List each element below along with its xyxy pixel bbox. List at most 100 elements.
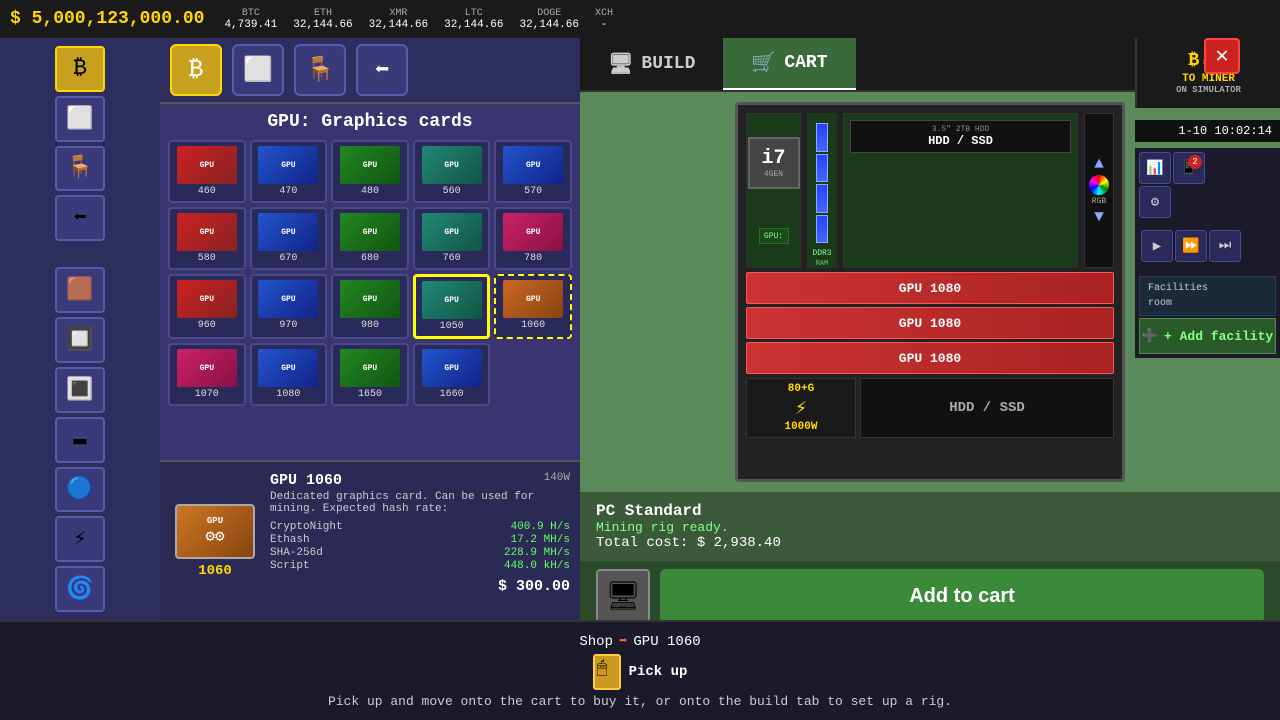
main-layout: ₿ ⬜ 🪑 ⬅ 🟫 🔲 🔳 ▬ 🔵 ⚡ 🌀 ₿ ⬜ 🪑 ⬅ GPU: Graph… [0, 38, 1280, 620]
rgb-label: RGB [1092, 197, 1106, 206]
gpu-card-470[interactable]: GPU 470 [250, 140, 328, 203]
build-icon: 🖥 [608, 51, 633, 77]
shop-nav-chair[interactable]: 🪑 [294, 44, 346, 96]
breadcrumb: Shop ➡ GPU 1060 [579, 633, 700, 650]
hash-row-script: Script448.0 kH/s [270, 560, 570, 572]
gpu-card-1050[interactable]: GPU 1050 [413, 274, 491, 339]
gpu-card-570[interactable]: GPU 570 [494, 140, 572, 203]
add-facility-button[interactable]: ➕ + Add facility [1139, 318, 1276, 354]
gpu-label-470: 470 [279, 186, 297, 197]
mb-ram: DDR3 RAM [807, 113, 837, 268]
cart-icon: 🛒 [751, 50, 776, 76]
gpu-card-980[interactable]: GPU 980 [331, 274, 409, 339]
sidebar-box-btn[interactable]: ⬜ [55, 96, 105, 142]
sidebar-circuit-btn[interactable]: 🔲 [55, 317, 105, 363]
gpu-card-780[interactable]: GPU 780 [494, 207, 572, 270]
gpu-card-560[interactable]: GPU 560 [413, 140, 491, 203]
gpu-grid: GPU 460 GPU 470 GPU 480 GPU 560 GPU 570 [168, 140, 572, 406]
gpu-card-580[interactable]: GPU 580 [168, 207, 246, 270]
gpu-image-780: GPU [503, 213, 563, 251]
plus-icon: ➕ [1142, 329, 1158, 344]
gpu-card-970[interactable]: GPU 970 [250, 274, 328, 339]
gpu-image-580: GPU [177, 213, 237, 251]
gpu-card-960[interactable]: GPU 960 [168, 274, 246, 339]
gpu-label-480: 480 [361, 186, 379, 197]
rgb-circle [1089, 175, 1109, 195]
gpu-card-460[interactable]: GPU 460 [168, 140, 246, 203]
hdd-top-unit: 3.5" 2TB HDD HDD / SSD [850, 120, 1071, 153]
crypto-xch: XCH- [595, 8, 613, 31]
pc-total-cost: Total cost: $ 2,938.40 [596, 535, 1264, 551]
shop-nav: ₿ ⬜ 🪑 ⬅ [160, 38, 580, 104]
gpu-label-760: 760 [443, 253, 461, 264]
gpu-card-1660[interactable]: GPU 1660 [413, 343, 491, 406]
shop-nav-box[interactable]: ⬜ [232, 44, 284, 96]
gpu-label-1070: 1070 [195, 389, 219, 400]
sidebar-power-btn[interactable]: ⚡ [55, 516, 105, 562]
rgb-panel: ▲ RGB ▼ [1084, 113, 1114, 268]
gpu-label-460: 460 [198, 186, 216, 197]
pc-standard-label: PC Standard [596, 502, 1264, 520]
psu-watt: 1000W [784, 421, 817, 433]
add-to-cart-button[interactable]: Add to cart [660, 569, 1264, 623]
gpu-card-670[interactable]: GPU 670 [250, 207, 328, 270]
gpu-image-960: GPU [177, 280, 237, 318]
fast-fwd-btn[interactable]: ⏩ [1175, 230, 1207, 262]
topbar: $ 5,000,123,000.00 BTC4,739.41ETH32,144.… [0, 0, 1280, 38]
detail-panel: GPU ⚙⚙ 1060 GPU 1060 140W Dedicated grap… [160, 460, 580, 620]
hdd-top-label: 3.5" 2TB HDD [859, 125, 1062, 134]
crypto-ltc: LTC32,144.66 [444, 8, 503, 31]
rgb-up-arrow[interactable]: ▲ [1094, 155, 1104, 173]
settings-icon-btn[interactable]: ⚙ [1139, 186, 1171, 218]
sidebar-ram-btn[interactable]: ▬ [55, 417, 105, 463]
rgb-down-arrow[interactable]: ▼ [1094, 208, 1104, 226]
gpu-card-1060[interactable]: GPU 1060 [494, 274, 572, 339]
gpu-card-760[interactable]: GPU 760 [413, 207, 491, 270]
pc-info: PC Standard Mining rig ready. Total cost… [580, 492, 1280, 561]
gpu-image-680: GPU [340, 213, 400, 251]
gpu-label-970: 970 [279, 320, 297, 331]
fast-fwd-2-btn[interactable]: ⏭ [1209, 230, 1241, 262]
close-button[interactable]: ✕ [1204, 38, 1240, 74]
bottom-components: 80+G ⚡ 1000W HDD / SSD [746, 378, 1114, 438]
gpu-label-1080: 1080 [276, 389, 300, 400]
gpu-image-670: GPU [258, 213, 318, 251]
tab-build[interactable]: 🖥 BUILD [580, 39, 723, 89]
shop-nav-bitcoin[interactable]: ₿ [170, 44, 222, 96]
sidebar-cylinder-btn[interactable]: 🔵 [55, 467, 105, 513]
hash-rows: CryptoNight400.9 H/sEthash17.2 MH/sSHA-2… [270, 521, 570, 572]
gpu-card-1070[interactable]: GPU 1070 [168, 343, 246, 406]
gpu-card-1080[interactable]: GPU 1080 [250, 343, 328, 406]
sidebar-chair-btn[interactable]: 🪑 [55, 146, 105, 192]
sidebar-cpu-btn[interactable]: 🔳 [55, 367, 105, 413]
gpu-card-480[interactable]: GPU 480 [331, 140, 409, 203]
server-icon-button[interactable]: 🖥 [596, 569, 650, 623]
hash-row-ethash: Ethash17.2 MH/s [270, 534, 570, 546]
cpu-block: i7 4GEN [748, 137, 800, 189]
gpu-card-680[interactable]: GPU 680 [331, 207, 409, 270]
crypto-xmr: XMR32,144.66 [369, 8, 428, 31]
sidebar-fan-btn[interactable]: 🌀 [55, 566, 105, 612]
tab-cart[interactable]: 🛒 CART [723, 38, 855, 90]
cpu-gen: 4GEN [764, 170, 783, 179]
sidebar-back-btn[interactable]: ⬅ [55, 195, 105, 241]
play-btn[interactable]: ▶ [1141, 230, 1173, 262]
gpu-image-760: GPU [422, 213, 482, 251]
chart-icon-btn[interactable]: 📊 [1139, 152, 1171, 184]
mb-right: 3.5" 2TB HDD HDD / SSD [843, 113, 1078, 268]
gpu-label-1650: 1650 [358, 389, 382, 400]
sidebar-bitcoin-btn[interactable]: ₿ [55, 46, 105, 92]
shop-nav-back[interactable]: ⬅ [356, 44, 408, 96]
hdd-top-value: HDD / SSD [859, 134, 1062, 148]
gpu-label-670: 670 [279, 253, 297, 264]
gpu-card-1650[interactable]: GPU 1650 [331, 343, 409, 406]
gpu-slot-1: GPU 1080 [746, 272, 1114, 304]
phone-icon-btn[interactable]: 📱 2 [1173, 152, 1205, 184]
gpu-image-480: GPU [340, 146, 400, 184]
mb-left: i7 4GEN GPU: [746, 113, 801, 268]
gpu-image-470: GPU [258, 146, 318, 184]
sidebar-cube-btn[interactable]: 🟫 [55, 267, 105, 313]
left-sidebar: ₿ ⬜ 🪑 ⬅ 🟫 🔲 🔳 ▬ 🔵 ⚡ 🌀 [0, 38, 160, 620]
rs-mid-row: ⚙ [1139, 186, 1276, 218]
gpu-slot-3: GPU 1080 [746, 342, 1114, 374]
